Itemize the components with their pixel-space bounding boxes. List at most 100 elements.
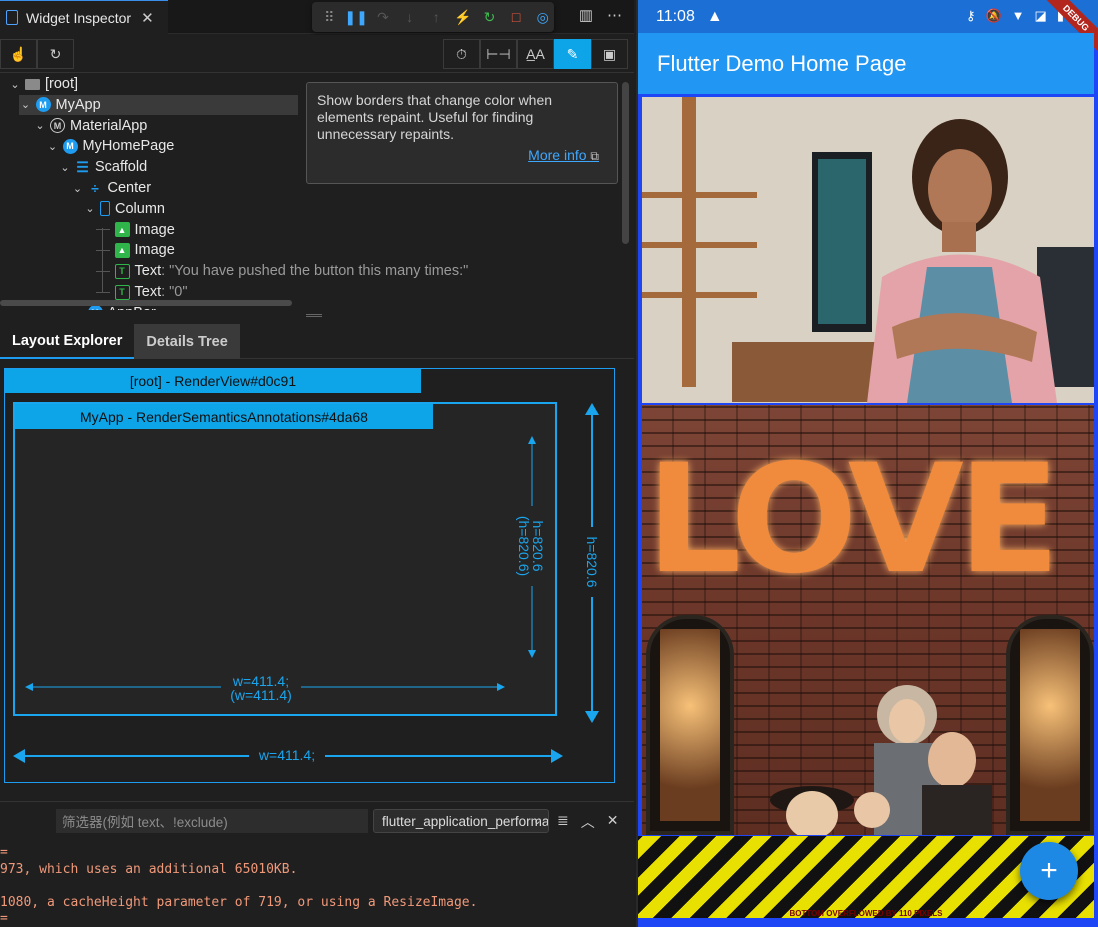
inner-width-label: w=411.4; (w=411.4) <box>221 674 301 702</box>
console-line: = <box>0 845 8 860</box>
tree-node[interactable]: T Text: "0" <box>95 282 188 302</box>
tree-node-label: Center <box>107 180 152 196</box>
tree-node-description: : "0" <box>161 284 188 300</box>
app-title: Flutter Demo Home Page <box>657 50 907 76</box>
tree-node[interactable]: ⌄ ☰ Scaffold <box>58 157 147 177</box>
tree-node[interactable]: ▲ Image <box>95 220 175 240</box>
cafe-scene <box>642 97 1094 403</box>
tree-node[interactable]: ⌄ ÷ Center <box>71 178 152 198</box>
chevron-down-icon[interactable]: ⌄ <box>71 182 85 195</box>
more-info-link[interactable]: More info ⧉ <box>528 147 599 165</box>
widget-m-icon: M <box>35 97 51 113</box>
tree-node[interactable]: ⌄ M MaterialApp <box>33 116 147 136</box>
inspector-toolbar: ☝ ↻ ⏱ ⊢⊣ A̲A ✎ ▣ <box>0 35 634 73</box>
outer-height-label: h=820.6 <box>584 527 600 597</box>
outer-width-label: w=411.4; <box>249 748 325 762</box>
hot-reload-icon[interactable]: ⚡ <box>452 6 475 29</box>
select-widget-mode-button[interactable]: ☝ <box>0 39 37 69</box>
chevron-down-icon[interactable]: ⌄ <box>8 78 22 91</box>
root-render-label[interactable]: [root] - RenderView#d0c91 <box>5 369 421 393</box>
close-icon[interactable]: ✕ <box>141 9 154 27</box>
tab-actions: ▥ ⋯ <box>579 6 622 24</box>
tree-node-label: Image <box>134 221 175 238</box>
tree-node-label: Image <box>134 242 175 259</box>
tree-node[interactable]: ⌄ [root] <box>8 74 78 94</box>
tab-label: Widget Inspector <box>26 9 132 26</box>
console-line: 973, which uses an additional 65010KB. <box>0 861 298 877</box>
tab-layout-explorer[interactable]: Layout Explorer <box>0 324 135 359</box>
show-baselines-button[interactable]: A̲A <box>517 39 554 69</box>
chevron-down-icon: ⌄ <box>532 815 542 827</box>
tab-details-tree[interactable]: Details Tree <box>134 324 240 359</box>
center-icon: ÷ <box>91 180 99 196</box>
folder-icon <box>25 78 40 90</box>
tree-node-description: : "You have pushed the button this many … <box>161 263 469 280</box>
console-actions: ≣ ︿ ✕ <box>557 812 618 832</box>
tree-node[interactable]: ▲ Image <box>95 240 175 260</box>
highlight-oversized-images-button[interactable]: ▣ <box>591 39 628 69</box>
console-target-select[interactable]: flutter_application_performance ⌄ <box>373 809 549 833</box>
material-icon: M <box>50 118 65 134</box>
show-guidelines-button[interactable]: ⊢⊣ <box>480 39 517 69</box>
console-line: 1080, a cacheHeight parameter of 719, or… <box>0 894 478 910</box>
highlight-repaints-button[interactable]: ✎ <box>554 39 591 69</box>
chevron-down-icon[interactable]: ⌄ <box>19 98 33 111</box>
overflow-message: BOTTOM OVERFLOWED BY 110 PIXELS <box>789 909 943 918</box>
close-panel-icon[interactable]: ✕ <box>607 812 619 832</box>
console-line: = <box>0 911 8 926</box>
chevron-down-icon[interactable]: ⌄ <box>46 140 60 153</box>
tree-node-label: Text <box>134 284 162 300</box>
tab-widget-inspector[interactable]: Widget Inspector ✕ <box>0 0 168 34</box>
tree-vertical-scrollbar[interactable] <box>622 82 629 244</box>
scaffold-icon: ☰ <box>76 158 89 175</box>
tree-node-label: MyHomePage <box>82 138 175 155</box>
status-icon: 🔕 <box>985 8 1002 23</box>
ide-pane: Widget Inspector ✕ ⠿ ❚❚ ↷ ↓ ↑ ⚡ ↻ □ ◎ ▥ ⋯ ☝ ↻ ⏱ ⊢⊣… <box>0 0 634 927</box>
inspector-toolbar-right: ⏱ ⊢⊣ A̲A ✎ ▣ <box>443 39 628 69</box>
hot-restart-icon[interactable]: ↻ <box>478 6 501 29</box>
chevron-down-icon[interactable]: ⌄ <box>33 119 47 132</box>
layout-explorer: [root] - RenderView#d0c91 MyApp - Render… <box>4 368 615 783</box>
family-photo <box>770 685 992 835</box>
tree-node-label: Scaffold <box>95 159 148 176</box>
chevron-down-icon[interactable]: ⌄ <box>83 202 97 215</box>
step-over-icon[interactable]: ↷ <box>372 6 395 29</box>
status-icon: ▼ <box>1011 8 1025 23</box>
device-preview: 11:08 ▲ ⚷ 🔕 ▼ ◪ ▮ DEBUG Flutter Demo Home Pa… <box>636 0 1098 927</box>
pause-icon[interactable]: ❚❚ <box>344 6 367 29</box>
step-out-icon[interactable]: ↑ <box>425 6 448 29</box>
tree-node-label: MaterialApp <box>70 117 148 134</box>
more-actions-icon[interactable]: ⋯ <box>607 6 622 24</box>
child-render-box[interactable]: MyApp - RenderSemanticsAnnotations#4da68… <box>13 402 557 716</box>
clear-console-icon[interactable]: ≣ <box>557 812 569 832</box>
right-window <box>1006 615 1094 835</box>
drag-handle-icon: ⠿ <box>324 8 335 25</box>
cafe-woman-image <box>642 97 1094 403</box>
console-filter-input[interactable]: 筛选器(例如 text、!exclude) <box>56 809 368 833</box>
devtools-icon[interactable]: ◎ <box>531 6 554 29</box>
left-window <box>646 615 734 835</box>
chevron-down-icon[interactable]: ⌄ <box>71 306 85 310</box>
stop-icon[interactable]: □ <box>505 6 528 29</box>
tree-horizontal-scrollbar[interactable] <box>0 300 292 306</box>
love-sign-image: LOVE <box>642 405 1094 835</box>
tree-node[interactable]: ⌄ M MyApp <box>18 94 298 115</box>
chevron-down-icon[interactable]: ⌄ <box>58 161 72 174</box>
status-icons: ⚷ 🔕 ▼ ◪ ▮ <box>966 8 1064 24</box>
status-icon: ⚷ <box>965 8 976 23</box>
chevron-up-icon[interactable]: ︿ <box>581 812 595 832</box>
love-sign: LOVE <box>646 433 1060 607</box>
tree-node[interactable]: ⌄ Column <box>83 199 165 219</box>
repaint-tooltip: Show borders that change color when elem… <box>306 82 618 184</box>
tree-node[interactable]: ⌄ M MyHomePage <box>46 136 175 156</box>
tree-node-label: [root] <box>45 76 79 92</box>
refresh-tree-button[interactable]: ↻ <box>37 39 74 69</box>
step-into-icon[interactable]: ↓ <box>398 6 421 29</box>
tree-node[interactable]: T Text: "You have pushed the button this … <box>95 261 469 281</box>
increment-fab[interactable]: + <box>1020 842 1078 900</box>
slow-animations-button[interactable]: ⏱ <box>443 39 480 69</box>
text-icon: T <box>114 284 130 300</box>
panel-splitter[interactable] <box>306 314 322 317</box>
split-editor-icon[interactable]: ▥ <box>579 6 593 24</box>
column-icon <box>100 201 110 217</box>
